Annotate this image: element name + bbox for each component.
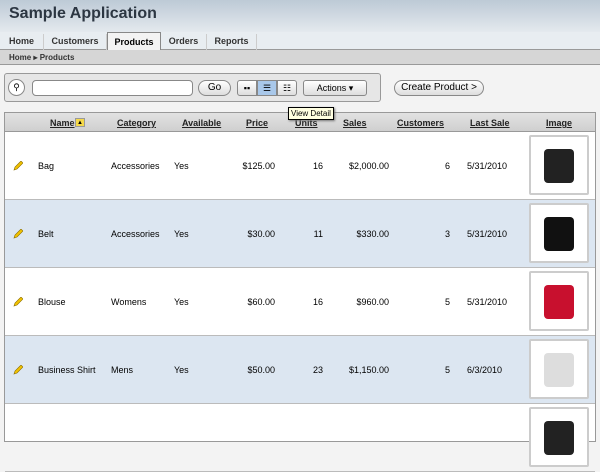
cell-category: Mens: [111, 365, 134, 375]
cell-name: Blouse: [38, 297, 66, 307]
col-sales[interactable]: Sales: [343, 118, 367, 128]
col-last-sale[interactable]: Last Sale: [470, 118, 510, 128]
edit-pencil-icon[interactable]: [13, 364, 24, 375]
app-title: Sample Application: [9, 5, 157, 22]
tooltip: View Detail: [288, 107, 334, 120]
grid-icon: ▪▪: [243, 83, 251, 93]
cell-name: Bag: [38, 161, 55, 171]
cell-customers: 6: [444, 161, 450, 171]
breadcrumb-separator: ▸: [33, 53, 38, 62]
tab-home[interactable]: Home: [0, 34, 44, 50]
cell-units: 16: [312, 297, 323, 307]
col-customers[interactable]: Customers: [397, 118, 444, 128]
cell-available: Yes: [174, 161, 189, 171]
cell-price: $60.00: [247, 297, 275, 307]
cell-sales: $1,150.00: [348, 365, 389, 375]
sort-ascending-icon: ▲: [75, 118, 85, 127]
cell-customers: 5: [444, 365, 450, 375]
products-report: Name ▲ Category Available Price Units Sal…: [4, 112, 596, 472]
cell-price: $30.00: [247, 229, 275, 239]
table-row: Business Shirt Mens Yes $50.00 23 $1,150…: [5, 336, 595, 404]
cell-name: Business Shirt: [38, 365, 96, 375]
col-name[interactable]: Name: [50, 118, 75, 128]
col-price[interactable]: Price: [246, 118, 268, 128]
col-image[interactable]: Image: [546, 118, 572, 128]
cell-category: Accessories: [111, 161, 160, 171]
cell-customers: 5: [444, 297, 450, 307]
tab-orders[interactable]: Orders: [161, 34, 207, 50]
cell-price: $125.00: [242, 161, 275, 171]
report-view-button[interactable]: ☰: [257, 80, 277, 96]
col-available[interactable]: Available: [182, 118, 221, 128]
actions-menu-button[interactable]: Actions ▾: [303, 80, 367, 96]
cell-units: 11: [313, 229, 323, 239]
list-icon: ☰: [262, 83, 272, 93]
table-row: Belt Accessories Yes $30.00 11 $330.00 3…: [5, 200, 595, 268]
app-header: Sample Application: [0, 0, 600, 32]
breadcrumb: Home ▸ Products: [0, 50, 600, 65]
cell-category: Womens: [111, 297, 147, 307]
cell-category: Accessories: [111, 229, 160, 239]
cell-last-sale: 6/3/2010: [467, 365, 503, 375]
cell-available: Yes: [174, 229, 189, 239]
table-row: Blouse Womens Yes $60.00 16 $960.00 5 5/…: [5, 268, 595, 336]
product-image: [529, 407, 589, 467]
tab-reports[interactable]: Reports: [207, 34, 257, 50]
cell-sales: $2,000.00: [348, 161, 389, 171]
search-options-icon[interactable]: ⚲: [8, 79, 25, 96]
cell-price: $50.00: [247, 365, 275, 375]
table-row: Bag Accessories Yes $125.00 16 $2,000.00…: [5, 132, 595, 200]
detail-view-button[interactable]: ☷: [277, 80, 297, 96]
detail-list-icon: ☷: [282, 83, 292, 93]
edit-pencil-icon[interactable]: [13, 228, 24, 239]
cell-last-sale: 5/31/2010: [467, 161, 508, 171]
tab-bar: Home Customers Products Orders Reports: [0, 32, 600, 51]
col-category[interactable]: Category: [117, 118, 156, 128]
tab-products[interactable]: Products: [107, 32, 161, 51]
chevron-down-icon: ▾: [348, 83, 354, 93]
edit-pencil-icon[interactable]: [13, 160, 24, 171]
breadcrumb-home[interactable]: Home: [9, 53, 31, 62]
go-button[interactable]: Go: [198, 80, 231, 96]
cell-units: 23: [312, 365, 323, 375]
product-image: [529, 135, 589, 195]
cell-last-sale: 5/31/2010: [467, 297, 508, 307]
product-image: [529, 203, 589, 263]
search-input[interactable]: [32, 80, 193, 96]
edit-pencil-icon[interactable]: [13, 296, 24, 307]
product-image: [529, 339, 589, 399]
cell-customers: 3: [444, 229, 450, 239]
create-product-button[interactable]: Create Product >: [394, 80, 484, 96]
report-toolbar: ⚲ Go ▪▪ ☰ ☷ Actions ▾: [4, 73, 381, 102]
cell-available: Yes: [174, 365, 189, 375]
tab-customers[interactable]: Customers: [44, 34, 107, 50]
product-image: [529, 271, 589, 331]
cell-sales: $960.00: [356, 297, 389, 307]
icon-view-button[interactable]: ▪▪: [237, 80, 257, 96]
cell-units: 16: [312, 161, 323, 171]
cell-last-sale: 5/31/2010: [467, 229, 508, 239]
cell-name: Belt: [38, 229, 54, 239]
cell-available: Yes: [174, 297, 189, 307]
cell-sales: $330.00: [356, 229, 389, 239]
breadcrumb-current: Products: [39, 53, 75, 62]
table-row: [5, 404, 595, 472]
actions-label: Actions: [316, 83, 347, 93]
